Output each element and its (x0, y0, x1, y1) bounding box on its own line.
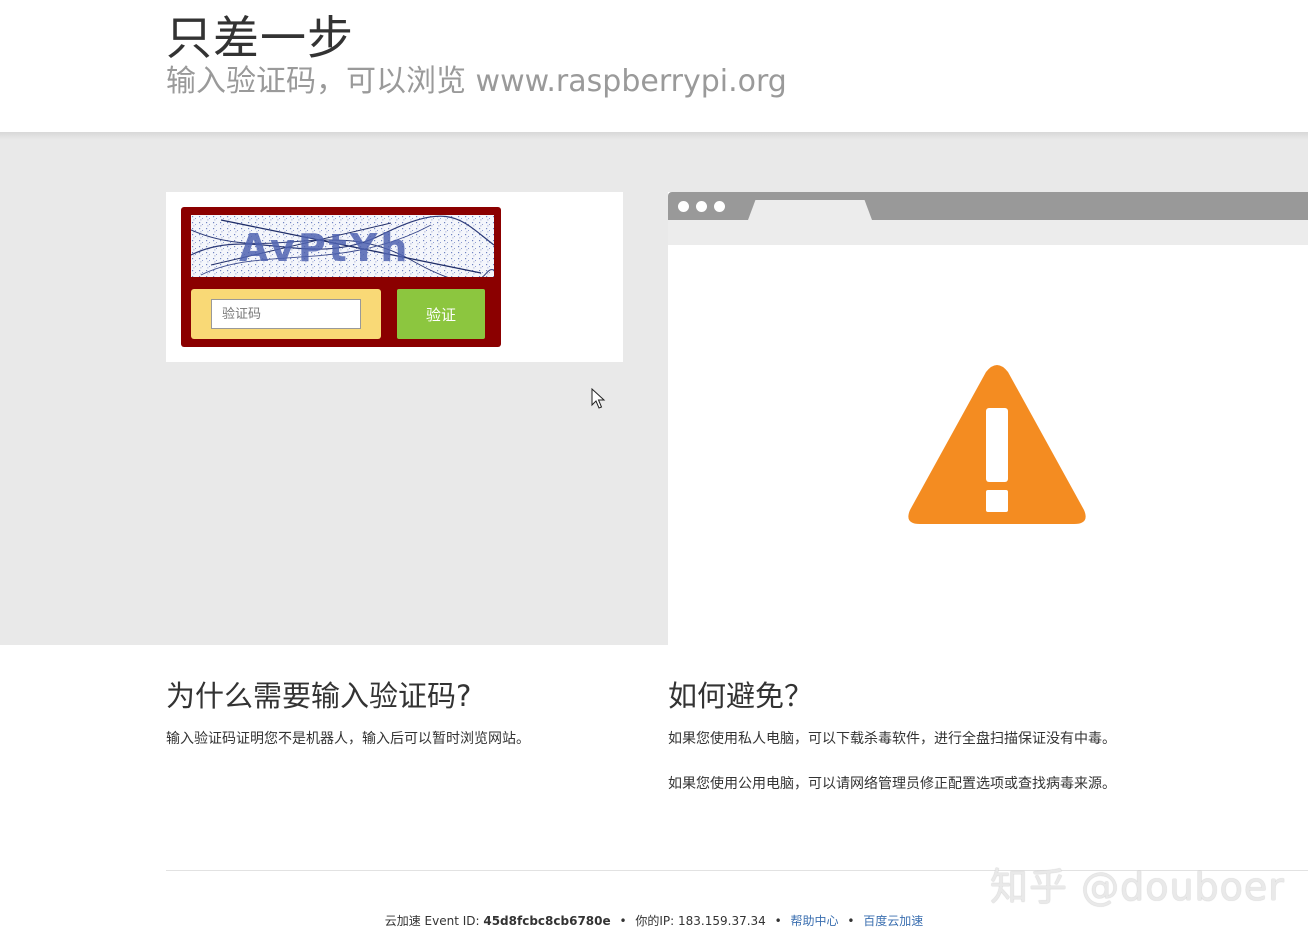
footer-separator: • (774, 914, 782, 928)
event-id-label: 云加速 Event ID: (384, 914, 484, 928)
captcha-input[interactable] (211, 299, 361, 329)
ip-label: 你的IP: (635, 914, 678, 928)
captcha-noise-graphic: AvPtYh (191, 215, 494, 277)
avoid-heading: 如何避免？ (668, 679, 814, 713)
why-body: 输入验证码证明您不是机器人，输入后可以暂时浏览网站。 (166, 731, 530, 747)
help-center-link[interactable]: 帮助中心 (791, 914, 839, 928)
window-dot-icon (678, 201, 689, 212)
event-id-value: 45d8fcbc8cb6780e (483, 914, 611, 928)
avoid-paragraph-public: 如果您使用公用电脑，可以请网络管理员修正配置选项或查找病毒来源。 (668, 776, 1116, 792)
page-footer: 云加速 Event ID: 45d8fcbc8cb6780e • 你的IP: 1… (0, 912, 1308, 930)
baidu-cloud-link[interactable]: 百度云加速 (863, 914, 923, 928)
mouse-cursor-icon (591, 388, 606, 409)
captcha-frame: AvPtYh 验证 (181, 207, 501, 347)
watermark-text: 知乎 @douboer (990, 865, 1285, 909)
ip-value: 183.159.37.34 (678, 914, 766, 928)
verify-button[interactable]: 验证 (397, 289, 485, 339)
browser-tab (748, 200, 872, 220)
captcha-text: AvPtYh (239, 226, 410, 270)
page-header: 只差一步 输入验证码，可以浏览 www.raspberrypi.org (0, 0, 1308, 132)
page-title: 只差一步 (166, 11, 354, 65)
footer-separator: • (847, 914, 855, 928)
how-to-avoid-section: 如何避免？ 如果您使用私人电脑，可以下载杀毒软件，进行全盘扫描保证没有中毒。 如… (668, 672, 1123, 795)
footer-separator: • (619, 914, 627, 928)
avoid-paragraph-private: 如果您使用私人电脑，可以下载杀毒软件，进行全盘扫描保证没有中毒。 (668, 731, 1116, 747)
window-dot-icon (714, 201, 725, 212)
browser-illustration (668, 192, 1308, 645)
why-captcha-section: 为什么需要输入验证码? 输入验证码证明您不是机器人，输入后可以暂时浏览网站。 (166, 672, 616, 750)
browser-title-bar (668, 192, 1308, 220)
warning-triangle-icon (908, 365, 1086, 524)
captcha-input-wrapper (191, 289, 381, 339)
why-heading: 为什么需要输入验证码? (166, 679, 472, 713)
captcha-card: AvPtYh 验证 (166, 192, 623, 362)
captcha-image[interactable]: AvPtYh (191, 215, 494, 277)
browser-toolbar (668, 220, 1308, 245)
window-dot-icon (696, 201, 707, 212)
page-subtitle: 输入验证码，可以浏览 www.raspberrypi.org (166, 64, 787, 99)
